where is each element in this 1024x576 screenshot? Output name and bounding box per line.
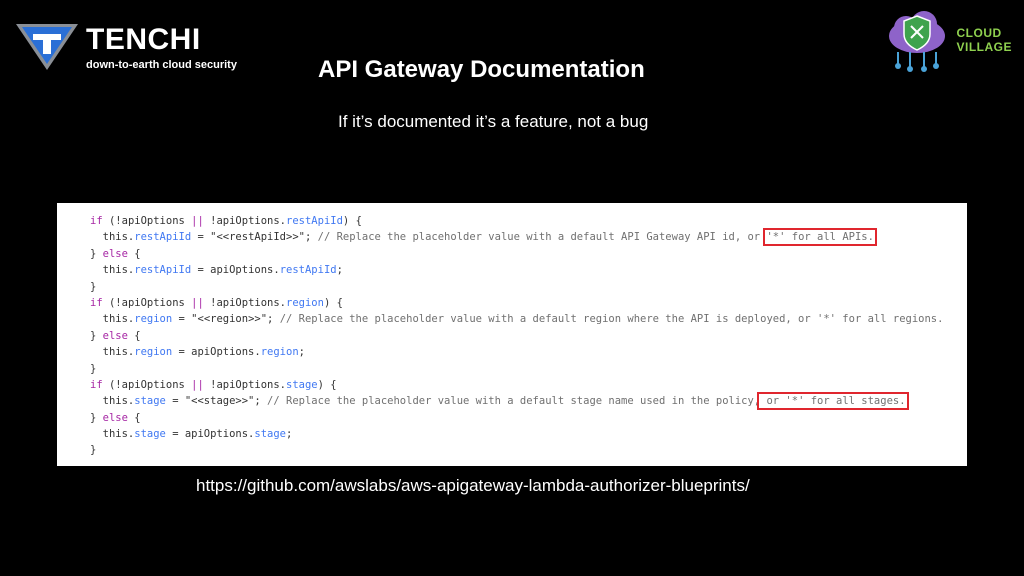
code-token: "<<stage>>" xyxy=(184,395,255,408)
code-line: this.region = apiOptions.region; xyxy=(90,344,967,360)
cloud-village-logo-icon xyxy=(884,8,950,72)
code-token: (!apiOptions xyxy=(102,296,192,309)
code-token: // Replace the placeholder value with a … xyxy=(267,395,761,408)
code-token: ; xyxy=(254,395,268,408)
code-token: "<<region>>" xyxy=(191,313,268,326)
code-token: else xyxy=(102,329,128,342)
tenchi-logo-icon xyxy=(16,22,78,70)
code-token: (!apiOptions xyxy=(102,378,192,391)
code-line: } else { xyxy=(90,410,967,426)
code-token: || xyxy=(191,296,204,309)
code-token: this. xyxy=(90,313,135,326)
code-token: stage xyxy=(134,395,166,408)
brand-tagline: down-to-earth cloud security xyxy=(86,59,237,71)
code-token: !apiOptions. xyxy=(203,215,287,227)
code-token: { xyxy=(127,329,141,342)
code-line: this.restApiId = "<<restApiId>>"; // Rep… xyxy=(90,228,967,247)
code-line: this.restApiId = apiOptions.restApiId; xyxy=(90,262,967,278)
code-token: || xyxy=(191,215,204,227)
code-token: // Replace the placeholder value with a … xyxy=(279,313,944,326)
code-token: if xyxy=(90,215,103,227)
code-token: this. xyxy=(90,264,135,277)
code-token: stage xyxy=(286,378,318,391)
code-token: { xyxy=(127,411,141,424)
code-token: ) { xyxy=(342,215,362,227)
code-token: stage xyxy=(254,428,286,441)
code-token: = xyxy=(191,231,211,244)
code-line: } else { xyxy=(90,328,967,344)
code-token: ) { xyxy=(323,296,343,309)
code-token: ; xyxy=(336,264,343,277)
code-token: else xyxy=(102,411,128,424)
code-token: restApiId xyxy=(134,264,192,277)
code-token: = xyxy=(165,395,185,408)
code-token: region xyxy=(134,313,173,326)
code-line: } else { xyxy=(90,246,967,262)
code-token: restApiId xyxy=(279,264,337,277)
code-token: !apiOptions. xyxy=(203,296,287,309)
code-block: if (!apiOptions || !apiOptions.restApiId… xyxy=(90,213,967,459)
highlighted-comment: '*' for all APIs. xyxy=(763,228,877,247)
code-token: region xyxy=(286,296,324,309)
code-line: this.region = "<<region>>"; // Replace t… xyxy=(90,311,967,327)
partner-name-line1: CLOUD xyxy=(956,26,1002,40)
code-line: if (!apiOptions || !apiOptions.region) { xyxy=(90,295,967,311)
partner-name-line2: VILLAGE xyxy=(956,40,1012,54)
highlighted-comment: or '*' for all stages. xyxy=(757,392,909,411)
code-token: ; xyxy=(286,428,293,441)
code-token: // Replace the placeholder value with a … xyxy=(317,231,767,244)
code-token: ) { xyxy=(317,378,337,391)
code-token: } xyxy=(90,444,97,457)
cloud-village-brand: CLOUD VILLAGE xyxy=(884,8,1012,72)
code-screenshot: if (!apiOptions || !apiOptions.restApiId… xyxy=(57,203,967,466)
code-token: ; xyxy=(304,231,318,244)
slide-subtitle: If it’s documented it’s a feature, not a… xyxy=(338,112,649,131)
code-token: this. xyxy=(90,395,135,408)
code-token: stage xyxy=(134,428,166,441)
code-token: if xyxy=(90,296,103,309)
code-token: region xyxy=(260,346,299,359)
code-token: } xyxy=(90,329,103,342)
code-token: region xyxy=(134,346,173,359)
code-line: this.stage = apiOptions.stage; xyxy=(90,426,967,442)
code-line: this.stage = "<<stage>>"; // Replace the… xyxy=(90,392,967,411)
source-url: https://github.com/awslabs/aws-apigatewa… xyxy=(196,476,750,495)
code-token: (!apiOptions xyxy=(102,215,192,227)
code-token: } xyxy=(90,411,103,424)
tenchi-brand: TENCHI down-to-earth cloud security xyxy=(16,22,237,72)
code-line: } xyxy=(90,442,967,458)
code-token: = apiOptions. xyxy=(172,346,261,359)
code-token: } xyxy=(90,280,97,293)
code-token: restApiId xyxy=(286,215,343,227)
code-token: !apiOptions. xyxy=(203,378,287,391)
code-token: = apiOptions. xyxy=(165,428,255,441)
code-line: if (!apiOptions || !apiOptions.restApiId… xyxy=(90,213,967,229)
code-line: } xyxy=(90,361,967,377)
code-token: "<<restApiId>>" xyxy=(210,231,305,244)
code-token: this. xyxy=(90,428,135,441)
code-line: } xyxy=(90,279,967,295)
code-token: ; xyxy=(267,313,280,326)
code-token: = apiOptions. xyxy=(191,264,280,277)
code-token: || xyxy=(191,378,204,391)
code-token: else xyxy=(102,247,128,260)
code-token: ; xyxy=(298,346,305,359)
code-token: { xyxy=(127,247,141,260)
code-token: = xyxy=(172,313,192,326)
code-token: if xyxy=(90,378,103,391)
code-token: } xyxy=(90,362,97,375)
code-line: if (!apiOptions || !apiOptions.stage) { xyxy=(90,377,967,393)
code-token: this. xyxy=(90,231,135,244)
brand-name: TENCHI xyxy=(86,23,201,56)
code-token: restApiId xyxy=(134,231,192,244)
code-token: this. xyxy=(90,346,135,359)
code-token: } xyxy=(90,247,103,260)
slide-title: API Gateway Documentation xyxy=(318,56,645,83)
